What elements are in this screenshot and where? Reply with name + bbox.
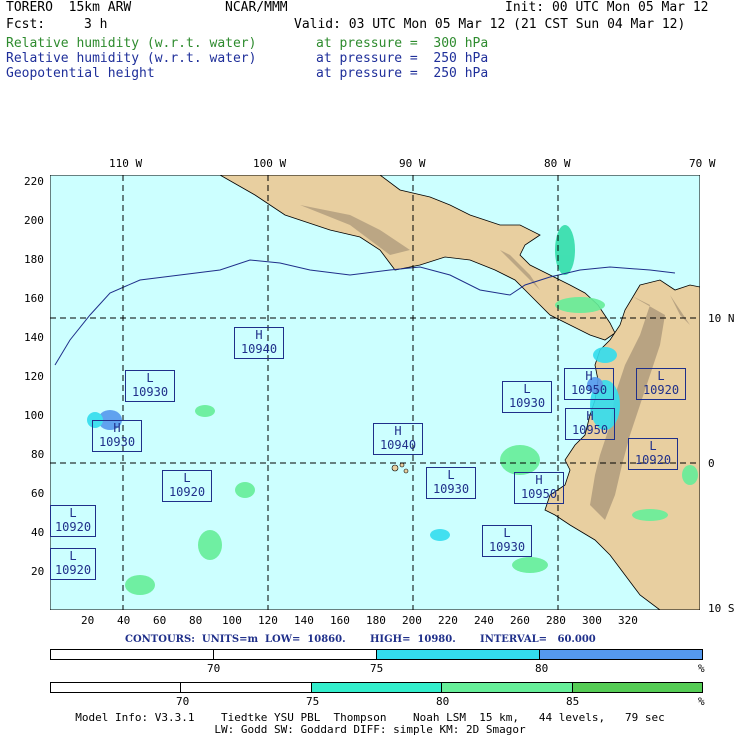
colorbar-250hpa [50,649,703,660]
x-tick: 140 [294,614,314,627]
y-tick: 40 [31,526,45,539]
height-label-box: H 10930 [92,420,142,452]
field-3-name: Geopotential height [6,66,155,81]
height-label-box: L 10920 [162,470,212,502]
lat-label-10s: 10 S [708,602,735,615]
y-tick: 100 [24,409,44,422]
height-label-box: L 10920 [50,505,96,537]
colorbar-250-label: 80 [535,662,549,675]
lon-label-80w: 80 W [544,157,571,170]
x-tick: 120 [258,614,278,627]
y-tick: 180 [24,253,44,266]
y-tick: 200 [24,214,44,227]
height-label-box: L 10920 [636,368,686,400]
x-tick: 180 [366,614,386,627]
height-label-box: L 10920 [50,548,96,580]
x-tick: 320 [618,614,638,627]
height-label-box: H 10950 [514,472,564,504]
fcst-label: Fcst: [6,17,46,32]
y-tick: 60 [31,487,45,500]
y-tick: 20 [31,565,45,578]
galapagos-island [391,464,399,472]
field-2-level: at pressure = 250 hPa [316,51,489,66]
x-tick: 100 [222,614,242,627]
org-label: NCAR/MMM [225,0,288,15]
lon-label-110w: 110 W [109,157,143,170]
model-info: Model Info: V3.3.1 Tiedtke YSU PBL Thomp… [75,711,665,724]
colorbar-300-label: 85 [566,695,580,708]
colorbar-250-label: 75 [370,662,384,675]
field-1-level: at pressure = 300 hPa [316,36,489,51]
lon-label-70w: 70 W [689,157,716,170]
y-tick: 140 [24,331,44,344]
height-label-box: H 10940 [373,423,423,455]
colorbar-250-label: % [698,662,705,675]
x-tick: 240 [474,614,494,627]
colorbar-250-label: 70 [207,662,221,675]
colorbar-300-label: % [698,695,705,708]
model-physics: LW: Godd SW: Goddard DIFF: simple KM: 2D… [214,723,526,736]
height-label-box: H 10950 [565,408,615,440]
y-tick: 80 [31,448,45,461]
height-label-box: H 10950 [564,368,614,400]
x-tick: 80 [189,614,203,627]
map-panel: H 10940 L 10930 H 10930 L 10920 L 10920 L 1092… [50,175,700,610]
field-3-level: at pressure = 250 hPa [316,66,489,81]
y-tick: 160 [24,292,44,305]
y-tick: 220 [24,175,44,188]
field-1-name: Relative humidity (w.r.t. water) [6,36,257,51]
galapagos-island [399,462,405,468]
lat-label-0: 0 [708,457,715,470]
x-tick: 160 [330,614,350,627]
colorbar-300-label: 70 [176,695,190,708]
init-time: Init: 00 UTC Mon 05 Mar 12 [505,0,709,15]
lat-label-10n: 10 N [708,312,735,325]
x-tick: 280 [546,614,566,627]
lon-label-90w: 90 W [399,157,426,170]
x-tick: 260 [510,614,530,627]
valid-time: Valid: 03 UTC Mon 05 Mar 12 (21 CST Sun … [294,17,686,32]
height-label-box: H 10940 [234,327,284,359]
height-label-box: L 10930 [125,370,175,402]
x-tick: 200 [402,614,422,627]
colorbar-300hpa [50,682,703,693]
fcst-value: 3 h [84,17,108,32]
y-tick: 120 [24,370,44,383]
x-tick: 60 [153,614,167,627]
height-label-box: L 10930 [482,525,532,557]
x-tick: 300 [582,614,602,627]
field-2-name: Relative humidity (w.r.t. water) [6,51,257,66]
galapagos-island [403,468,409,474]
height-label-box: L 10920 [628,438,678,470]
x-tick: 20 [81,614,95,627]
colorbar-300-label: 80 [436,695,450,708]
height-label-box: L 10930 [502,381,552,413]
x-tick: 40 [117,614,131,627]
contours-info: CONTOURS: UNITS=m LOW= 10860. HIGH= 1098… [125,634,596,645]
height-label-box: L 10930 [426,467,476,499]
model-title: TORERO 15km ARW [6,0,132,15]
x-tick: 220 [438,614,458,627]
colorbar-300-label: 75 [306,695,320,708]
lon-label-100w: 100 W [253,157,287,170]
